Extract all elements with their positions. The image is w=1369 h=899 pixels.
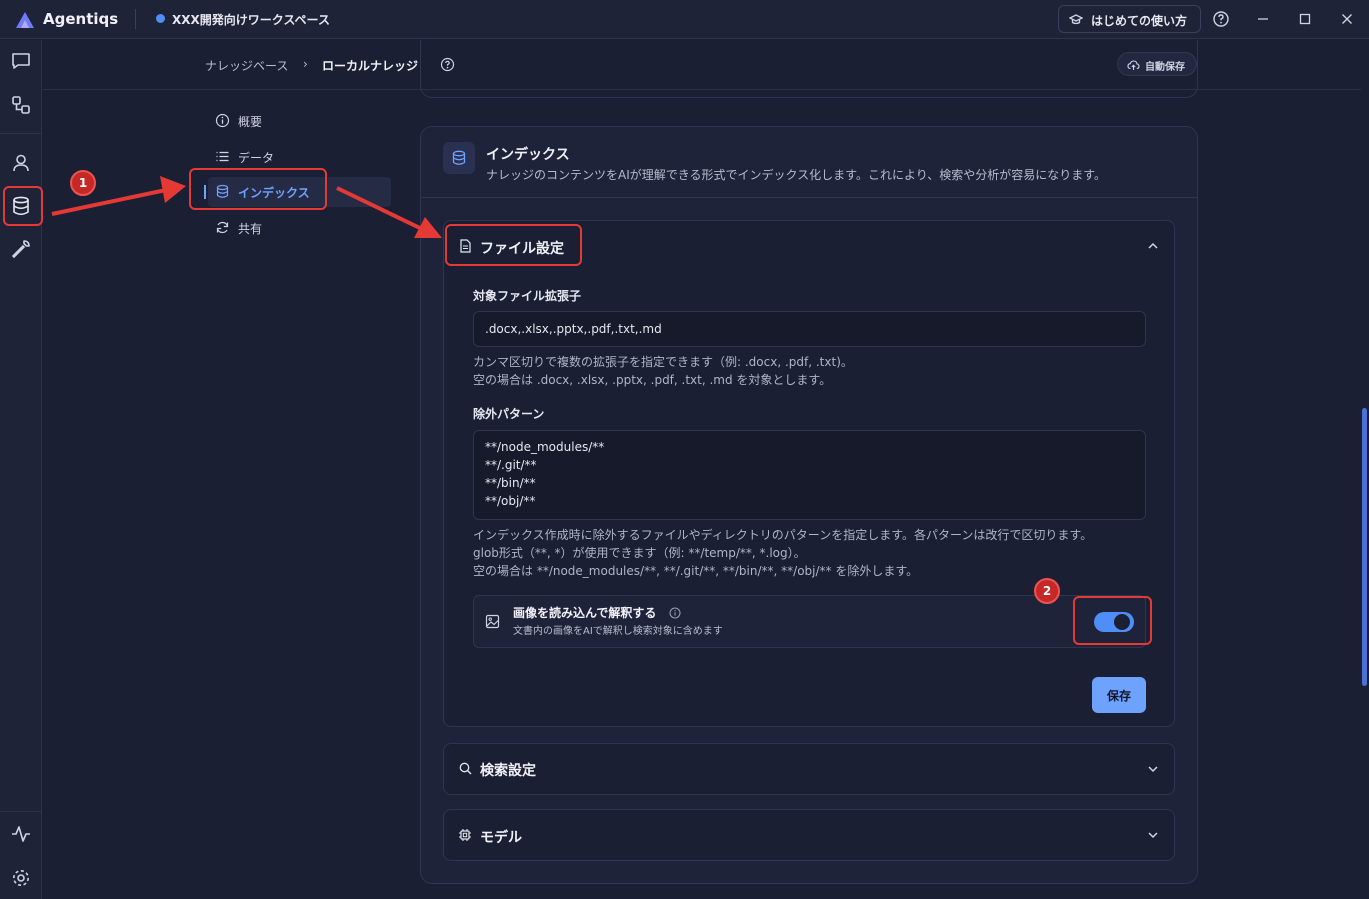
exclude-help-3: 空の場合は **/node_modules/**, **/.git/**, **…: [473, 564, 919, 578]
annotation-box-toggle: [1073, 596, 1152, 645]
chevron-up-icon[interactable]: [1147, 241, 1159, 251]
exclude-help-1: インデックス作成時に除外するファイルやディレクトリのパターンを指定します。各パタ…: [473, 528, 1093, 542]
search-settings-title[interactable]: 検索設定: [480, 760, 536, 780]
getting-started-label: はじめての使い方: [1091, 14, 1188, 28]
minimize-icon[interactable]: [1254, 10, 1272, 28]
workspace-name[interactable]: XXX開発向けワークスペース: [172, 11, 330, 28]
info-icon: [215, 113, 230, 128]
extensions-help-1: カンマ区切りで複数の拡張子を指定できます（例: .docx, .pdf, .tx…: [473, 355, 853, 369]
icon-rail: [0, 40, 42, 899]
search-icon: [459, 762, 472, 775]
annotation-box-file-settings: [445, 224, 582, 266]
user-icon[interactable]: [10, 152, 32, 174]
card-title: インデックス: [486, 147, 570, 163]
image-toggle-description: 文書内の画像をAIで解釈し検索対象に含めます: [513, 626, 723, 637]
nav-item-label: データ: [238, 151, 275, 165]
card-divider: [421, 197, 1197, 198]
chevron-down-icon[interactable]: [1147, 764, 1159, 774]
annotation-box-index-nav: [189, 168, 327, 210]
annotation-arrow-1: [51, 188, 167, 216]
scrollbar-thumb[interactable]: [1362, 408, 1367, 686]
breadcrumb-parent[interactable]: ナレッジベース: [205, 57, 288, 74]
search-settings-section[interactable]: [443, 743, 1175, 795]
cpu-chip-icon: [459, 829, 471, 841]
maximize-icon[interactable]: [1296, 10, 1314, 28]
image-toggle-title: 画像を読み込んで解釈する: [513, 606, 657, 620]
getting-started-button[interactable]: はじめての使い方: [1058, 5, 1201, 33]
wrench-icon[interactable]: [10, 238, 32, 260]
annotation-box-rail: [3, 186, 43, 226]
activity-icon[interactable]: [10, 823, 32, 845]
rail-divider-bottom: [0, 811, 42, 812]
nav-item-label: 概要: [238, 115, 263, 129]
info-icon[interactable]: [669, 607, 681, 619]
model-settings-section[interactable]: [443, 809, 1175, 861]
card-icon-box: [443, 142, 475, 174]
breadcrumb-current: ローカルナレッジ: [322, 59, 419, 73]
list-icon: [216, 151, 229, 162]
annotation-arrowhead-1: [160, 176, 186, 203]
title-divider: [135, 9, 136, 29]
database-icon: [452, 150, 466, 165]
save-button[interactable]: 保存: [1092, 677, 1146, 713]
breadcrumb-separator: ›: [303, 57, 308, 71]
nav-item-overview[interactable]: 概要: [208, 106, 391, 136]
app-logo-icon: [16, 12, 34, 28]
nav-item-label: 共有: [238, 222, 263, 236]
graduation-cap-icon: [1069, 14, 1083, 25]
exclude-patterns-label: 除外パターン: [473, 407, 545, 421]
annotation-badge-2: 2: [1034, 578, 1060, 604]
title-bar: Agentiqs XXX開発向けワークスペース はじめての使い方: [0, 0, 1369, 39]
extensions-input[interactable]: [473, 311, 1146, 347]
workflow-icon[interactable]: [10, 94, 32, 116]
settings-gear-icon[interactable]: [10, 867, 32, 889]
previous-card-edge: [420, 40, 1198, 98]
model-settings-title[interactable]: モデル: [480, 827, 522, 847]
exclude-patterns-textarea[interactable]: **/node_modules/** **/.git/** **/bin/** …: [473, 430, 1146, 520]
nav-item-share[interactable]: 共有: [208, 213, 391, 243]
help-icon[interactable]: [1212, 10, 1230, 28]
chevron-down-icon[interactable]: [1147, 830, 1159, 840]
refresh-icon: [216, 221, 229, 234]
chat-icon[interactable]: [10, 50, 32, 72]
image-icon: [485, 614, 500, 629]
close-icon[interactable]: [1338, 10, 1356, 28]
annotation-badge-1: 1: [70, 170, 96, 196]
extensions-help-2: 空の場合は .docx, .xlsx, .pptx, .pdf, .txt, .…: [473, 373, 832, 387]
rail-divider: [0, 133, 42, 134]
app-name: Agentiqs: [43, 10, 119, 28]
workspace-status-dot: [156, 14, 165, 23]
card-description: ナレッジのコンテンツをAIが理解できる形式でインデックス化します。これにより、検…: [486, 168, 1107, 182]
exclude-help-2: glob形式（**, *）が使用できます（例: **/temp/**, *.lo…: [473, 546, 806, 560]
extensions-label: 対象ファイル拡張子: [473, 289, 582, 303]
